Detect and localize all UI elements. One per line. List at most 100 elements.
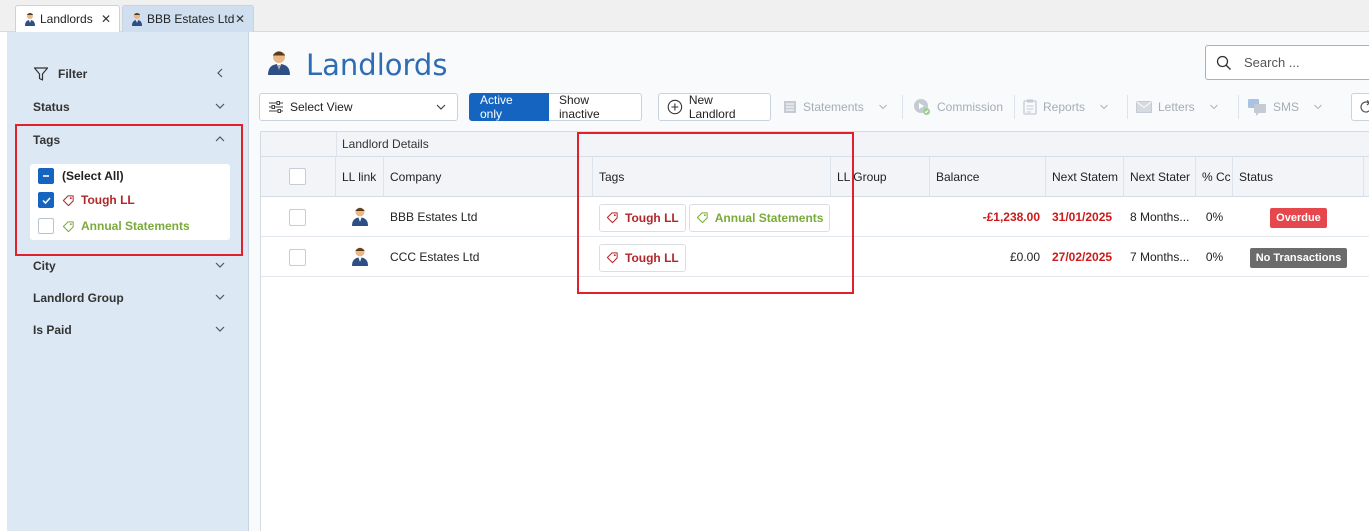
landlord-group-filter-label: Landlord Group <box>33 291 124 305</box>
tag-option-label: Tough LL <box>81 193 135 207</box>
chevron-down-icon <box>1209 104 1218 110</box>
chevron-down-icon <box>215 326 225 332</box>
chevron-down-icon <box>878 104 887 110</box>
filter-label: Filter <box>58 67 88 81</box>
select-view-label: Select View <box>290 100 353 114</box>
chevron-down-icon <box>1314 104 1322 110</box>
close-icon[interactable]: ✕ <box>235 12 245 26</box>
select-view-dropdown[interactable]: Select View <box>259 93 458 121</box>
tag-option-tough-ll[interactable]: Tough LL <box>38 191 135 209</box>
column-header-percent[interactable]: % Cc <box>1196 157 1233 197</box>
landlords-grid: Landlord Details LL link Company Tags LL… <box>260 131 1369 531</box>
tag-chip-tough-ll: Tough LL <box>599 243 686 272</box>
close-icon[interactable]: ✕ <box>101 12 111 26</box>
document-tab-strip: Landlords ✕ BBB Estates Ltd ✕ <box>0 0 1369 32</box>
filter-header[interactable]: Filter <box>33 63 227 85</box>
active-only-toggle[interactable]: Active only <box>469 93 549 121</box>
toolbar-divider <box>902 95 903 119</box>
tab-landlords[interactable]: Landlords ✕ <box>15 5 120 32</box>
reports-label: Reports <box>1043 100 1086 114</box>
statements-label: Statements <box>803 100 864 114</box>
next-statement-period-cell: 7 Months... <box>1130 250 1190 264</box>
landlord-person-icon[interactable] <box>351 206 369 226</box>
letters-dropdown[interactable]: Letters <box>1128 93 1227 121</box>
band-divider <box>336 132 337 157</box>
chevron-left-icon[interactable] <box>213 66 227 80</box>
commission-label: Commission <box>937 100 1004 114</box>
unchecked-checkbox[interactable] <box>38 218 54 234</box>
sms-label: SMS <box>1273 100 1300 114</box>
landlord-person-icon[interactable] <box>351 246 369 266</box>
envelope-icon <box>1136 101 1152 113</box>
landlord-group-filter-section[interactable]: Landlord Group <box>33 287 227 309</box>
status-filter-section[interactable]: Status <box>33 96 227 118</box>
tab-bbb-estates[interactable]: BBB Estates Ltd ✕ <box>122 5 254 32</box>
search-box[interactable] <box>1205 45 1369 80</box>
company-cell: BBB Estates Ltd <box>390 210 478 224</box>
grid-header-row: LL link Company Tags LL Group Balance Ne… <box>261 157 1369 197</box>
new-landlord-button[interactable]: New Landlord <box>658 93 771 121</box>
checked-checkbox[interactable] <box>38 192 54 208</box>
row-checkbox[interactable] <box>289 209 306 226</box>
chevron-down-icon <box>215 103 225 109</box>
refresh-button[interactable] <box>1351 93 1369 121</box>
toolbar: Select View Active only Show inactive Ne… <box>259 93 1369 121</box>
sms-dropdown[interactable]: SMS <box>1239 93 1331 121</box>
main-panel: Landlords Select View Active only Show i… <box>249 32 1369 531</box>
column-header-balance[interactable]: Balance <box>930 157 1046 197</box>
tag-icon <box>606 212 618 224</box>
tab-bbb-estates-label: BBB Estates Ltd <box>147 12 235 26</box>
landlord-person-icon <box>25 13 35 26</box>
column-header-ll-group[interactable]: LL Group <box>831 157 930 197</box>
column-header-next-statement-date[interactable]: Next Statem <box>1046 157 1124 197</box>
landlord-person-icon <box>132 13 142 26</box>
row-checkbox[interactable] <box>289 249 306 266</box>
sms-chat-icon <box>1248 99 1266 116</box>
column-group-label: Landlord Details <box>342 137 429 151</box>
status-cell: Overdue <box>1233 197 1364 237</box>
table-row[interactable]: CCC Estates Ltd Tough LL £0.00 27/02/202… <box>261 237 1369 277</box>
select-all-header <box>261 157 336 197</box>
filter-icon <box>33 67 49 81</box>
tag-option-label: Annual Statements <box>81 219 190 233</box>
tag-option-select-all[interactable]: (Select All) <box>38 167 124 185</box>
indeterminate-checkbox[interactable] <box>38 168 54 184</box>
city-filter-section[interactable]: City <box>33 255 227 277</box>
balance-cell: -£1,238.00 <box>982 210 1040 224</box>
column-header-next-statement-period[interactable]: Next Stater <box>1124 157 1196 197</box>
commission-icon <box>914 99 930 115</box>
commission-button[interactable]: Commission <box>905 93 1011 121</box>
balance-cell: £0.00 <box>1009 250 1040 264</box>
search-input[interactable] <box>1242 54 1369 71</box>
column-header-ll-link[interactable]: LL link <box>336 157 384 197</box>
next-statement-date-cell: 31/01/2025 <box>1052 210 1113 224</box>
tag-icon <box>606 252 618 264</box>
tab-landlords-label: Landlords <box>40 12 93 26</box>
column-header-tags[interactable]: Tags <box>593 157 831 197</box>
tag-option-annual-statements[interactable]: Annual Statements <box>38 217 190 235</box>
show-inactive-toggle[interactable]: Show inactive <box>549 93 642 121</box>
tags-filter-section[interactable]: Tags <box>33 129 227 151</box>
select-all-checkbox[interactable] <box>289 168 306 185</box>
search-icon <box>1216 55 1231 70</box>
ll-group-cell <box>831 237 930 277</box>
is-paid-filter-section[interactable]: Is Paid <box>33 319 227 341</box>
city-filter-label: City <box>33 259 56 273</box>
chevron-down-icon <box>215 262 225 268</box>
tags-cell: Tough LL Annual Statements <box>593 197 831 237</box>
tags-filter-label: Tags <box>33 133 61 147</box>
is-paid-filter-label: Is Paid <box>33 323 72 337</box>
column-header-status[interactable]: Status <box>1233 157 1364 197</box>
report-icon <box>1023 99 1037 115</box>
refresh-icon <box>1360 100 1369 113</box>
new-landlord-label: New Landlord <box>688 93 736 121</box>
tag-chip-label: Tough LL <box>625 250 679 265</box>
statements-dropdown[interactable]: Statements <box>775 93 896 121</box>
add-circle-icon <box>667 99 683 115</box>
tag-chip-tough-ll: Tough LL <box>599 203 686 232</box>
column-header-company[interactable]: Company <box>384 157 593 197</box>
percent-cell: 0% <box>1205 250 1224 264</box>
next-statement-period-cell: 8 Months... <box>1130 210 1190 224</box>
reports-dropdown[interactable]: Reports <box>1015 93 1117 121</box>
table-row[interactable]: BBB Estates Ltd Tough LL Annual Statemen… <box>261 197 1369 237</box>
